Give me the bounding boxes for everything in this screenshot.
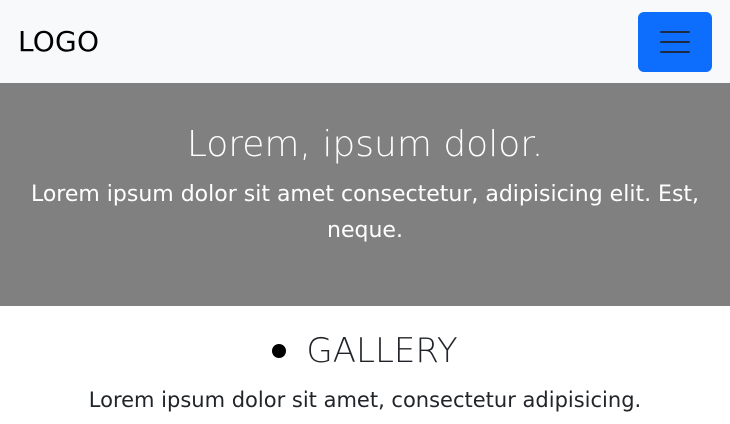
hero-text: Lorem ipsum dolor sit amet consectetur, …: [30, 181, 700, 243]
navbar-toggle-button[interactable]: [638, 11, 712, 72]
gallery-heading: GALLERY: [272, 331, 458, 371]
hero-title: Lorem, ipsum dolor.: [186, 124, 544, 165]
hamburger-line: [660, 30, 690, 33]
hamburger-menu-icon: [660, 30, 690, 53]
navbar: LOGO: [0, 0, 730, 83]
gallery-text: Lorem ipsum dolor sit amet, consectetur …: [88, 388, 642, 412]
brand-logo[interactable]: LOGO: [18, 27, 99, 56]
gallery-section: GALLERY Lorem ipsum dolor sit amet, cons…: [0, 306, 730, 412]
hamburger-line: [660, 40, 690, 43]
hamburger-line: [660, 50, 690, 53]
bullet-icon: [272, 344, 287, 358]
hero-banner: Lorem, ipsum dolor. Lorem ipsum dolor si…: [0, 83, 730, 306]
gallery-heading-label: GALLERY: [306, 331, 458, 371]
